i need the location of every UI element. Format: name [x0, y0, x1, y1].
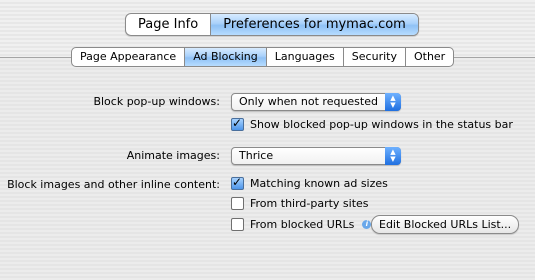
animate-images-value: Thrice	[239, 149, 274, 162]
info-icon[interactable]: i	[362, 220, 372, 229]
block-popups-select[interactable]: Only when not requested ▲ ▼	[231, 93, 401, 111]
block-popups-value: Only when not requested	[239, 95, 378, 108]
checkmark-icon: ✓	[232, 116, 243, 130]
block-popups-label: Block pop-up windows:	[93, 95, 220, 108]
tab-security[interactable]: Security	[342, 48, 405, 66]
tab-page-info[interactable]: Page Info	[126, 14, 210, 35]
blocked-urls-label: From blocked URLs	[250, 218, 355, 231]
top-tab-bar: Page Info Preferences for mymac.com	[125, 13, 419, 36]
tab-other[interactable]: Other	[404, 48, 453, 66]
known-ad-sizes-checkbox[interactable]: ✓	[231, 175, 244, 190]
third-party-checkbox[interactable]	[231, 197, 244, 210]
popup-arrows-icon: ▲ ▼	[385, 93, 401, 111]
animate-images-select[interactable]: Thrice ▲ ▼	[231, 147, 401, 165]
show-blocked-checkbox[interactable]: ✓	[231, 116, 244, 131]
preferences-panel	[0, 57, 535, 280]
third-party-row[interactable]: From third-party sites	[231, 197, 369, 210]
sub-tab-bar: Page Appearance Ad Blocking Languages Se…	[71, 47, 455, 67]
blocked-urls-checkbox[interactable]	[231, 218, 244, 231]
popup-arrows-icon: ▲ ▼	[385, 147, 401, 165]
known-ad-sizes-label: Matching known ad sizes	[250, 177, 388, 190]
animate-images-label: Animate images:	[126, 149, 220, 162]
tab-page-appearance[interactable]: Page Appearance	[72, 48, 184, 66]
tab-ad-blocking[interactable]: Ad Blocking	[184, 48, 266, 66]
edit-blocked-urls-button[interactable]: Edit Blocked URLs List...	[371, 215, 520, 234]
known-ad-sizes-row[interactable]: ✓ Matching known ad sizes	[231, 175, 388, 190]
tab-languages[interactable]: Languages	[265, 48, 343, 66]
show-blocked-label: Show blocked pop-up windows in the statu…	[250, 118, 513, 131]
blocked-urls-row[interactable]: From blocked URLs i	[231, 218, 372, 231]
show-blocked-row[interactable]: ✓ Show blocked pop-up windows in the sta…	[231, 116, 513, 131]
block-images-label: Block images and other inline content:	[7, 178, 220, 191]
checkmark-icon: ✓	[232, 175, 243, 189]
third-party-label: From third-party sites	[250, 197, 369, 210]
tab-preferences[interactable]: Preferences for mymac.com	[210, 14, 418, 35]
